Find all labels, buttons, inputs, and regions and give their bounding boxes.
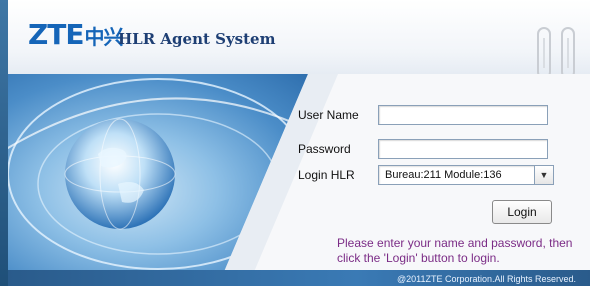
logo-text: ZTE	[28, 18, 85, 51]
password-row: Password	[298, 138, 548, 160]
zte-logo: ZTE中兴	[28, 18, 124, 51]
hlr-row: Login HLR Bureau:211 Module:136 ▼	[298, 164, 554, 186]
left-edge-strip	[0, 0, 8, 286]
login-hint: Please enter your name and password, the…	[337, 236, 573, 265]
hlr-label: Login HLR	[298, 168, 355, 182]
logo-cn-text: 中兴	[84, 25, 124, 49]
hlr-select[interactable]: Bureau:211 Module:136 ▼	[378, 165, 554, 185]
hlr-select-value: Bureau:211 Module:136	[385, 169, 502, 181]
login-window: ZTE中兴 HLR Agent System User Name Passwor…	[8, 0, 590, 286]
header: ZTE中兴 HLR Agent System	[8, 0, 590, 79]
password-label: Password	[298, 142, 351, 156]
username-row: User Name	[298, 104, 548, 126]
username-label: User Name	[298, 108, 359, 122]
decorative-rings-icon	[537, 27, 575, 79]
username-input[interactable]	[378, 105, 548, 125]
password-input[interactable]	[378, 139, 548, 159]
globe-artwork	[8, 74, 308, 286]
footer-bar: @2011ZTE Corporation.All Rights Reserved…	[8, 270, 590, 286]
login-button[interactable]: Login	[492, 200, 552, 224]
chevron-down-icon[interactable]: ▼	[534, 166, 553, 184]
globe-icon	[8, 78, 308, 270]
system-title: HLR Agent System	[118, 30, 276, 48]
copyright-text: @2011ZTE Corporation.All Rights Reserved…	[396, 274, 576, 284]
